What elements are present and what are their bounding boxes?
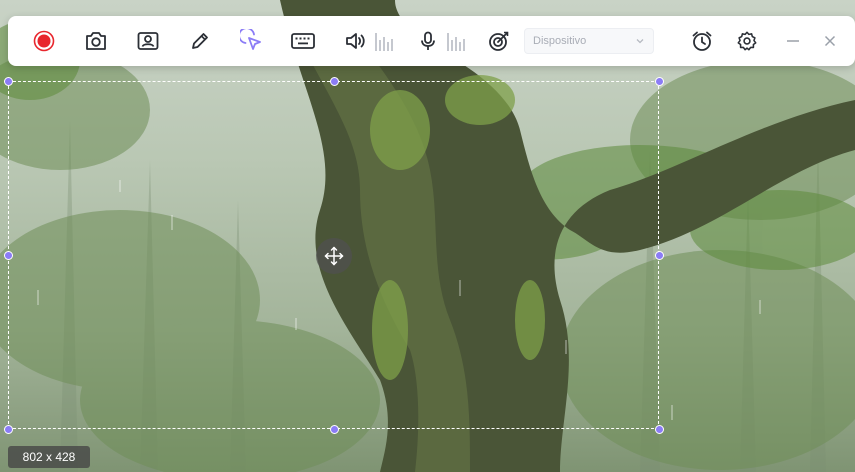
close-icon <box>824 35 836 47</box>
cursor-click-icon <box>240 29 261 50</box>
region-size-label: 802 x 428 <box>8 446 90 468</box>
keyboard-icon <box>291 33 315 49</box>
record-icon <box>33 30 55 52</box>
screenshot-button[interactable] <box>80 25 112 57</box>
alarm-clock-icon <box>692 31 712 51</box>
resize-handle-left[interactable] <box>4 251 13 260</box>
annotate-button[interactable] <box>184 25 216 57</box>
resize-handle-top-left[interactable] <box>4 77 13 86</box>
background-forest-image <box>0 0 855 472</box>
resize-handle-bottom-right[interactable] <box>655 425 664 434</box>
move-arrows-icon <box>324 246 344 266</box>
resize-handle-right[interactable] <box>655 251 664 260</box>
resize-handle-bottom[interactable] <box>330 425 339 434</box>
move-region-handle[interactable] <box>316 238 352 274</box>
webcam-icon <box>137 32 159 50</box>
forest-illustration <box>0 0 855 472</box>
minimize-button[interactable] <box>777 25 809 57</box>
cursor-effect-button[interactable] <box>236 25 268 57</box>
pen-icon <box>192 33 208 49</box>
schedule-button[interactable] <box>686 25 718 57</box>
system-audio-level-icon <box>375 33 393 51</box>
chevron-down-icon <box>636 39 644 44</box>
gear-icon <box>737 31 757 51</box>
resize-handle-top[interactable] <box>330 77 339 86</box>
device-select[interactable]: Dispositivo <box>524 28 654 54</box>
capture-toolbar: Dispositivo <box>8 16 855 66</box>
microphone-level-icon <box>447 33 465 51</box>
target-icon <box>489 31 509 51</box>
effects-button[interactable] <box>483 25 515 57</box>
webcam-button[interactable] <box>132 25 164 57</box>
resize-handle-bottom-left[interactable] <box>4 425 13 434</box>
keyboard-button[interactable] <box>287 25 319 57</box>
camera-icon <box>86 32 106 50</box>
resize-handle-top-right[interactable] <box>655 77 664 86</box>
device-select-value: Dispositivo <box>533 35 587 47</box>
speaker-icon <box>346 33 365 49</box>
settings-button[interactable] <box>731 25 763 57</box>
record-button[interactable] <box>28 25 60 57</box>
microphone-icon <box>421 31 435 50</box>
microphone-button[interactable] <box>412 25 444 57</box>
system-audio-button[interactable] <box>340 25 372 57</box>
close-button[interactable] <box>814 25 846 57</box>
minimize-icon <box>787 40 799 42</box>
